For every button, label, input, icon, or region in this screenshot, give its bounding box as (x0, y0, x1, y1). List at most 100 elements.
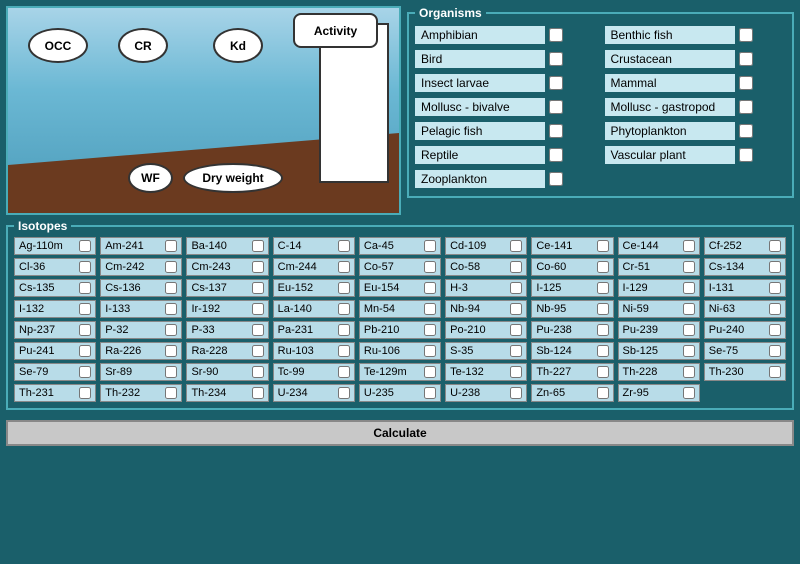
isotope-checkbox[interactable] (683, 387, 695, 399)
isotope-checkbox[interactable] (165, 282, 177, 294)
isotope-checkbox[interactable] (424, 261, 436, 273)
organism-label: Zooplankton (415, 170, 545, 188)
isotope-checkbox[interactable] (165, 366, 177, 378)
isotope-checkbox[interactable] (338, 261, 350, 273)
isotope-checkbox[interactable] (510, 240, 522, 252)
isotope-item: Ru-103 (273, 342, 355, 360)
isotope-checkbox[interactable] (597, 387, 609, 399)
isotope-checkbox[interactable] (338, 366, 350, 378)
organism-checkbox[interactable] (739, 28, 753, 42)
isotope-checkbox[interactable] (683, 261, 695, 273)
organism-label: Phytoplankton (605, 122, 735, 140)
organism-checkbox[interactable] (739, 100, 753, 114)
isotope-checkbox[interactable] (424, 387, 436, 399)
isotope-checkbox[interactable] (252, 282, 264, 294)
isotope-checkbox[interactable] (252, 366, 264, 378)
isotope-checkbox[interactable] (338, 240, 350, 252)
isotope-checkbox[interactable] (165, 345, 177, 357)
isotope-checkbox[interactable] (79, 387, 91, 399)
isotope-checkbox[interactable] (252, 345, 264, 357)
isotope-checkbox[interactable] (510, 261, 522, 273)
isotope-checkbox[interactable] (597, 240, 609, 252)
isotope-checkbox[interactable] (597, 282, 609, 294)
isotope-checkbox[interactable] (165, 303, 177, 315)
organism-checkbox[interactable] (549, 28, 563, 42)
isotope-label: Ce-141 (536, 240, 594, 252)
isotope-checkbox[interactable] (769, 324, 781, 336)
isotope-checkbox[interactable] (597, 324, 609, 336)
isotope-item: Sr-90 (186, 363, 268, 381)
isotope-checkbox[interactable] (769, 261, 781, 273)
organism-item: Mollusc - gastropod (605, 96, 787, 118)
isotope-checkbox[interactable] (683, 303, 695, 315)
organism-checkbox[interactable] (549, 76, 563, 90)
isotope-item: I-129 (618, 279, 700, 297)
isotope-checkbox[interactable] (510, 345, 522, 357)
organism-checkbox[interactable] (739, 148, 753, 162)
isotope-checkbox[interactable] (769, 240, 781, 252)
isotope-checkbox[interactable] (510, 387, 522, 399)
isotope-item: Ra-228 (186, 342, 268, 360)
isotope-checkbox[interactable] (424, 345, 436, 357)
isotope-checkbox[interactable] (597, 366, 609, 378)
isotope-item: Th-234 (186, 384, 268, 402)
isotope-checkbox[interactable] (79, 282, 91, 294)
isotope-checkbox[interactable] (683, 345, 695, 357)
isotope-label: U-235 (364, 387, 422, 399)
isotope-checkbox[interactable] (252, 324, 264, 336)
isotope-checkbox[interactable] (165, 387, 177, 399)
isotope-checkbox[interactable] (424, 303, 436, 315)
isotope-checkbox[interactable] (338, 324, 350, 336)
organism-checkbox[interactable] (549, 148, 563, 162)
calculate-button[interactable]: Calculate (6, 420, 794, 446)
isotope-checkbox[interactable] (769, 345, 781, 357)
isotope-checkbox[interactable] (79, 366, 91, 378)
organism-checkbox[interactable] (549, 172, 563, 186)
isotope-checkbox[interactable] (597, 303, 609, 315)
isotope-checkbox[interactable] (252, 261, 264, 273)
isotope-item: U-238 (445, 384, 527, 402)
isotope-checkbox[interactable] (338, 387, 350, 399)
isotope-checkbox[interactable] (510, 324, 522, 336)
isotope-checkbox[interactable] (597, 345, 609, 357)
isotope-checkbox[interactable] (683, 324, 695, 336)
isotope-checkbox[interactable] (165, 240, 177, 252)
isotope-checkbox[interactable] (338, 345, 350, 357)
organism-label: Pelagic fish (415, 122, 545, 140)
isotope-checkbox[interactable] (424, 366, 436, 378)
isotope-checkbox[interactable] (597, 261, 609, 273)
isotope-checkbox[interactable] (424, 240, 436, 252)
isotope-checkbox[interactable] (79, 324, 91, 336)
isotope-label: Co-57 (364, 261, 422, 273)
isotope-checkbox[interactable] (79, 261, 91, 273)
organism-checkbox[interactable] (549, 124, 563, 138)
isotope-checkbox[interactable] (683, 282, 695, 294)
isotope-checkbox[interactable] (338, 282, 350, 294)
isotope-checkbox[interactable] (79, 345, 91, 357)
isotope-checkbox[interactable] (683, 366, 695, 378)
isotope-checkbox[interactable] (683, 240, 695, 252)
organism-label: Mollusc - gastropod (605, 98, 735, 116)
isotope-checkbox[interactable] (510, 282, 522, 294)
isotope-checkbox[interactable] (79, 303, 91, 315)
organism-checkbox[interactable] (549, 52, 563, 66)
isotope-checkbox[interactable] (79, 240, 91, 252)
isotope-checkbox[interactable] (424, 282, 436, 294)
isotope-checkbox[interactable] (165, 324, 177, 336)
isotope-checkbox[interactable] (769, 282, 781, 294)
isotope-checkbox[interactable] (769, 303, 781, 315)
organism-checkbox[interactable] (739, 124, 753, 138)
isotope-checkbox[interactable] (424, 324, 436, 336)
organism-checkbox[interactable] (549, 100, 563, 114)
isotope-checkbox[interactable] (252, 387, 264, 399)
isotope-checkbox[interactable] (510, 303, 522, 315)
isotope-item: Cr-51 (618, 258, 700, 276)
isotope-checkbox[interactable] (769, 366, 781, 378)
organism-checkbox[interactable] (739, 52, 753, 66)
organism-checkbox[interactable] (739, 76, 753, 90)
isotope-checkbox[interactable] (165, 261, 177, 273)
isotope-checkbox[interactable] (338, 303, 350, 315)
isotope-checkbox[interactable] (510, 366, 522, 378)
isotope-checkbox[interactable] (252, 303, 264, 315)
isotope-checkbox[interactable] (252, 240, 264, 252)
